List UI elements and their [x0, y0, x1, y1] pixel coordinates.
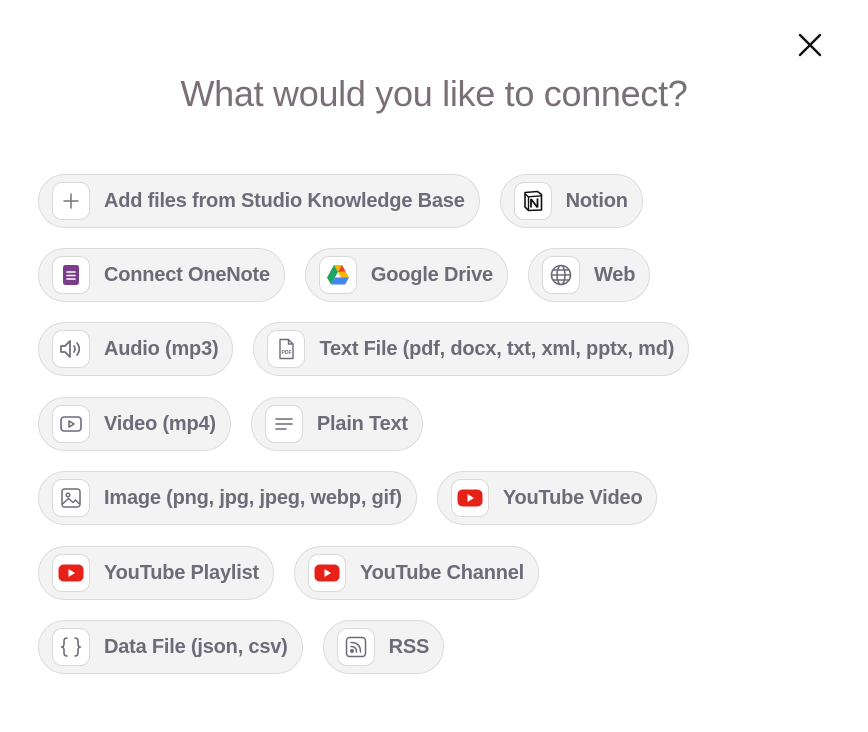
globe-icon — [541, 256, 580, 294]
option-label: Plain Text — [316, 412, 408, 435]
rss-icon — [336, 628, 375, 666]
option-label: YouTube Channel — [359, 561, 525, 584]
option-web[interactable]: Web — [527, 248, 651, 302]
option-label: Web — [593, 263, 636, 286]
youtube-icon — [450, 479, 489, 517]
close-icon — [798, 33, 822, 57]
option-notion[interactable]: Notion — [499, 174, 643, 228]
option-label: Video (mp4) — [104, 412, 216, 435]
image-icon — [52, 479, 90, 517]
option-data-file[interactable]: Data File (json, csv) — [38, 620, 303, 674]
onenote-icon — [52, 256, 90, 294]
option-youtube-video[interactable]: YouTube Video — [436, 471, 658, 525]
option-label: YouTube Video — [502, 486, 643, 509]
svg-text:PDF: PDF — [282, 350, 292, 356]
option-label: Audio (mp3) — [104, 337, 219, 360]
option-label: Google Drive — [370, 263, 493, 286]
option-video[interactable]: Video (mp4) — [38, 397, 231, 451]
option-plain-text[interactable]: Plain Text — [250, 397, 423, 451]
option-studio-knowledge-base[interactable]: Add files from Studio Knowledge Base — [38, 174, 480, 228]
option-youtube-playlist[interactable]: YouTube Playlist — [38, 546, 274, 600]
option-image[interactable]: Image (png, jpg, jpeg, webp, gif) — [38, 471, 417, 525]
youtube-icon — [307, 554, 346, 592]
option-label: Text File (pdf, docx, txt, xml, pptx, md… — [319, 337, 675, 360]
option-google-drive[interactable]: Google Drive — [304, 248, 508, 302]
option-label: Data File (json, csv) — [104, 635, 288, 658]
option-label: Image (png, jpg, jpeg, webp, gif) — [104, 486, 402, 509]
braces-icon — [52, 628, 90, 666]
options-row: Audio (mp3) PDF Text File (pdf, docx, tx… — [38, 322, 690, 376]
notion-logo-icon — [513, 182, 552, 220]
option-label: Notion — [565, 189, 628, 212]
option-text-file[interactable]: PDF Text File (pdf, docx, txt, xml, pptx… — [253, 322, 690, 376]
speaker-icon — [52, 330, 90, 368]
option-label: YouTube Playlist — [104, 561, 259, 584]
option-label: RSS — [388, 635, 430, 658]
option-youtube-channel[interactable]: YouTube Channel — [293, 546, 540, 600]
options-row: Add files from Studio Knowledge Base Not… — [38, 174, 643, 228]
video-play-icon — [52, 405, 90, 443]
text-lines-icon — [264, 405, 303, 443]
google-drive-icon — [318, 256, 357, 294]
options-row: Image (png, jpg, jpeg, webp, gif) YouTub… — [38, 471, 658, 525]
plus-icon — [52, 182, 90, 220]
option-label: Add files from Studio Knowledge Base — [104, 189, 465, 212]
option-label: Connect OneNote — [104, 263, 270, 286]
options-row: Connect OneNote Google Drive Web — [38, 248, 651, 302]
option-onenote[interactable]: Connect OneNote — [38, 248, 285, 302]
youtube-icon — [52, 554, 90, 592]
option-rss[interactable]: RSS — [322, 620, 445, 674]
close-button[interactable] — [794, 29, 826, 61]
options-row: YouTube Playlist YouTube Channel — [38, 546, 540, 600]
pdf-file-icon: PDF — [267, 330, 306, 368]
options-row: Video (mp4) Plain Text — [38, 397, 423, 451]
options-row: Data File (json, csv) RSS — [38, 620, 445, 674]
option-audio[interactable]: Audio (mp3) — [38, 322, 234, 376]
dialog-title: What would you like to connect? — [180, 73, 688, 114]
